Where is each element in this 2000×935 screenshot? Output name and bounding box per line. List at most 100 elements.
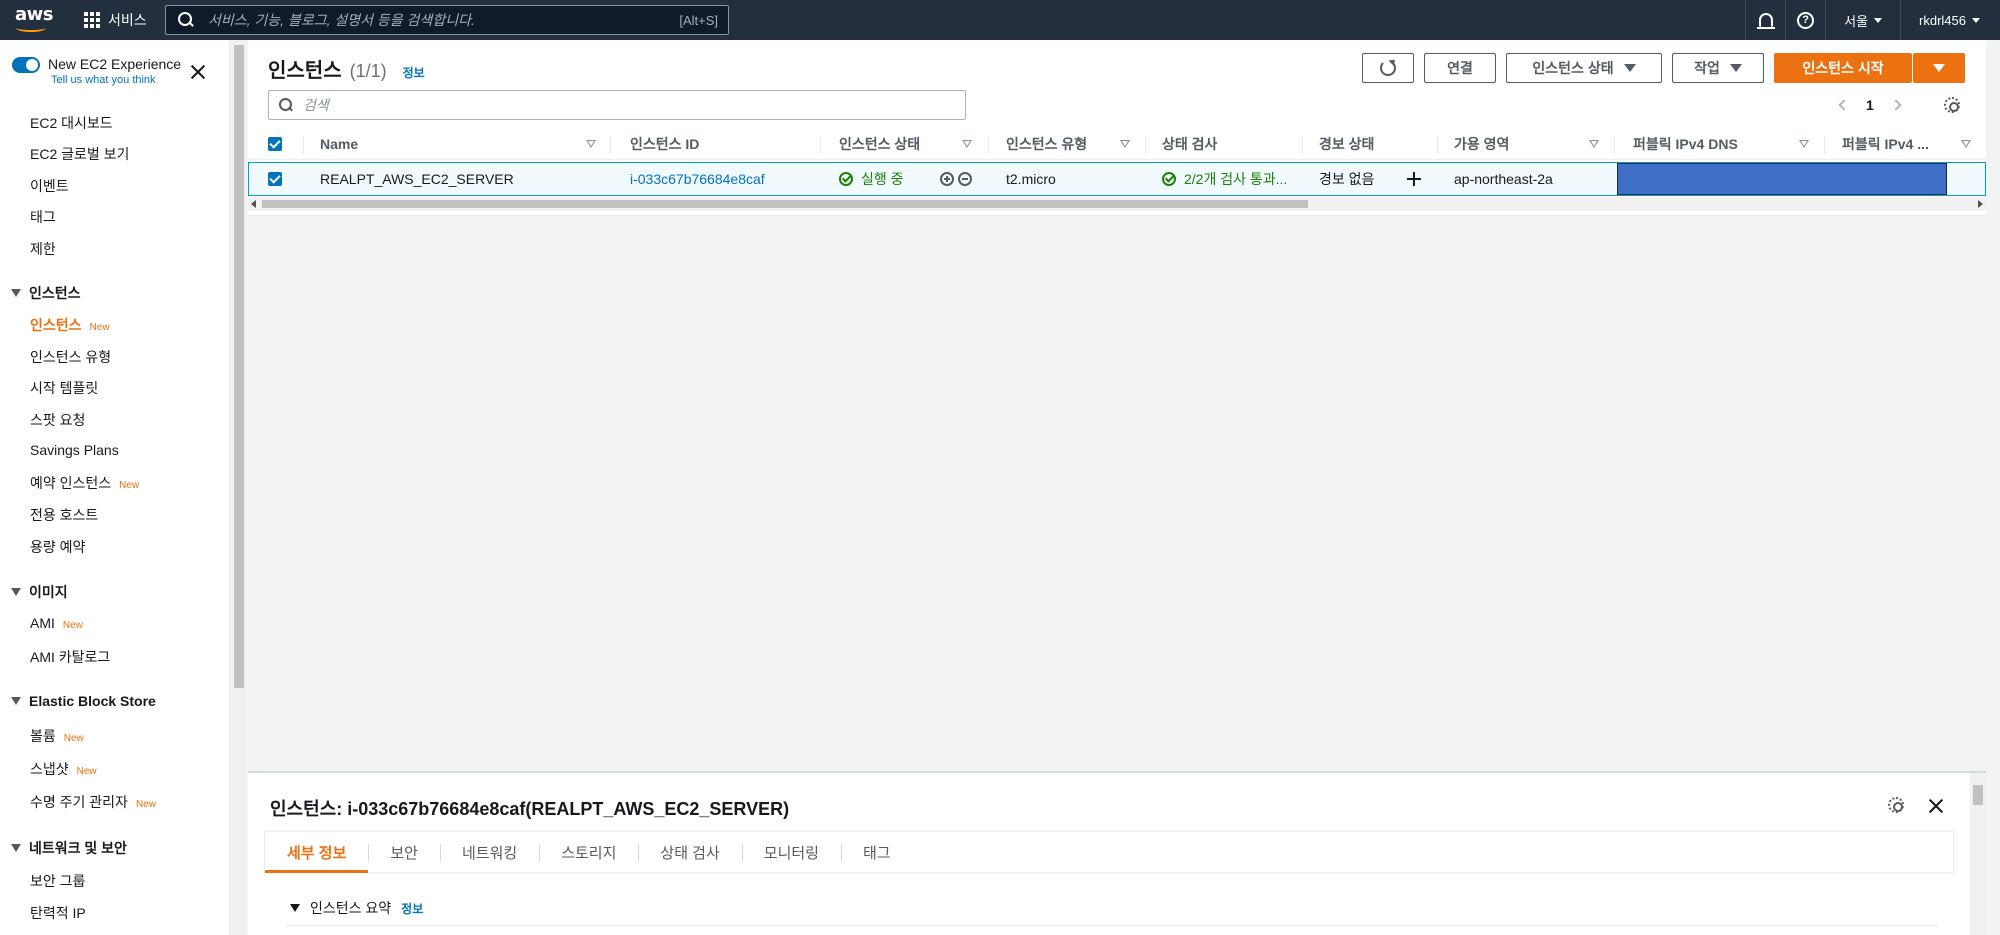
- cell-instance-id[interactable]: i-033c67b76684e8caf: [630, 163, 765, 195]
- info-link[interactable]: 정보: [401, 900, 423, 917]
- chevron-down-icon: [1874, 17, 1883, 23]
- sidebar-section-ebs[interactable]: Elastic Block Store: [11, 693, 156, 709]
- sidebar-item-savings-plans[interactable]: Savings Plans: [30, 442, 119, 458]
- page-number[interactable]: 1: [1866, 97, 1874, 113]
- sort-icon[interactable]: [1961, 140, 1971, 148]
- sidebar-item-elastic-ips[interactable]: 탄력적 IP: [30, 903, 86, 923]
- zoom-in-icon[interactable]: [940, 172, 954, 186]
- zoom-out-icon[interactable]: [958, 172, 972, 186]
- actions-dropdown[interactable]: 작업: [1672, 53, 1764, 83]
- chevron-right-icon[interactable]: [1890, 99, 1902, 111]
- sort-icon[interactable]: [962, 140, 972, 148]
- sidebar-item-security-groups[interactable]: 보안 그룹: [30, 871, 85, 891]
- sort-icon[interactable]: [1589, 140, 1599, 148]
- tab-networking[interactable]: 네트워킹: [439, 832, 539, 872]
- launch-instance-dropdown[interactable]: [1913, 53, 1965, 83]
- sort-icon[interactable]: [586, 140, 596, 148]
- instance-summary-header[interactable]: 인스턴스 요약 정보: [290, 898, 423, 918]
- sidebar-item-ami[interactable]: AMI New: [30, 615, 83, 631]
- sidebar-item-spot-requests[interactable]: 스팟 요청: [30, 410, 85, 430]
- sidebar-item-ec2-dashboard[interactable]: EC2 대시보드: [30, 113, 113, 133]
- notifications-button[interactable]: [1745, 0, 1785, 40]
- sidebar-section-instances[interactable]: 인스턴스: [11, 283, 81, 303]
- table-row[interactable]: REALPT_AWS_EC2_SERVER i-033c67b76684e8ca…: [248, 162, 1986, 196]
- sidebar-item-snapshots[interactable]: 스냅샷 New: [30, 759, 97, 779]
- sidebar-item-ec2-global-view[interactable]: EC2 글로벌 보기: [30, 144, 129, 164]
- scroll-right-arrow-icon[interactable]: [1978, 200, 1983, 208]
- row-checkbox[interactable]: [268, 172, 282, 186]
- new-badge: New: [119, 480, 140, 491]
- sidebar-section-network-security[interactable]: 네트워크 및 보안: [11, 838, 127, 858]
- column-header-alarm-status[interactable]: 경보 상태: [1319, 128, 1374, 160]
- sidebar-close-button[interactable]: [190, 64, 206, 80]
- column-header-public-ipv4[interactable]: 퍼블릭 IPv4 ...: [1842, 128, 1929, 160]
- feedback-link[interactable]: Tell us what you think: [48, 74, 181, 86]
- column-header-public-dns[interactable]: 퍼블릭 IPv4 DNS: [1633, 128, 1738, 160]
- launch-instance-button[interactable]: 인스턴스 시작: [1774, 53, 1912, 83]
- refresh-button[interactable]: [1362, 53, 1414, 83]
- tab-tags[interactable]: 태그: [840, 832, 913, 872]
- caret-down-icon: [290, 904, 300, 912]
- settings-gear-icon[interactable]: [1888, 797, 1904, 813]
- add-alarm-button[interactable]: [1407, 163, 1421, 195]
- region-selector[interactable]: 서울: [1825, 0, 1900, 40]
- help-button[interactable]: ?: [1785, 0, 1825, 40]
- info-link[interactable]: 정보: [403, 64, 425, 81]
- column-header-instance-type[interactable]: 인스턴스 유형: [1006, 128, 1087, 160]
- scrollbar-thumb[interactable]: [1973, 785, 1983, 805]
- select-all-checkbox[interactable]: [268, 137, 282, 151]
- column-header-name[interactable]: Name: [320, 128, 358, 160]
- column-header-status-check[interactable]: 상태 검사: [1162, 128, 1217, 160]
- caret-down-icon: [11, 844, 21, 852]
- scrollbar-thumb[interactable]: [234, 45, 244, 688]
- sidebar-item-lifecycle-manager[interactable]: 수명 주기 관리자 New: [30, 792, 156, 812]
- instance-state-dropdown[interactable]: 인스턴스 상태: [1506, 53, 1662, 83]
- settings-gear-icon[interactable]: [1944, 97, 1960, 113]
- chevron-left-icon[interactable]: [1838, 99, 1850, 111]
- sidebar-item-volumes[interactable]: 볼륨 New: [30, 726, 84, 746]
- column-header-availability-zone[interactable]: 가용 영역: [1454, 128, 1509, 160]
- sidebar-item-instances[interactable]: 인스턴스 New: [30, 315, 110, 335]
- actions-label: 작업: [1694, 60, 1720, 76]
- scroll-left-arrow-icon[interactable]: [251, 200, 256, 208]
- connect-button[interactable]: 연결: [1424, 53, 1496, 83]
- detail-vertical-scrollbar[interactable]: [1970, 773, 1986, 935]
- tab-status-checks[interactable]: 상태 검사: [638, 832, 741, 872]
- sidebar-scrollbar[interactable]: [231, 40, 247, 935]
- services-menu-button[interactable]: 서비스: [84, 0, 147, 40]
- instance-filter-input[interactable]: 검색: [268, 90, 966, 120]
- pagination: 1: [1838, 92, 1902, 118]
- aws-logo[interactable]: aws: [15, 6, 54, 34]
- tab-monitoring[interactable]: 모니터링: [741, 832, 841, 872]
- global-search-input[interactable]: 서비스, 기능, 블로그, 설명서 등을 검색합니다. [Alt+S]: [165, 5, 729, 35]
- sidebar-item-capacity-reservations[interactable]: 용량 예약: [30, 537, 85, 557]
- sidebar-item-ami-catalog[interactable]: AMI 카탈로그: [30, 647, 110, 667]
- toggle-label: New EC2 Experience: [48, 56, 182, 72]
- sidebar-item-dedicated-hosts[interactable]: 전용 호스트: [30, 505, 98, 525]
- account-label: rkdrl456: [1919, 12, 1966, 28]
- sidebar-item-launch-templates[interactable]: 시작 템플릿: [30, 378, 98, 398]
- sidebar: New EC2 Experience Tell us what you thin…: [0, 40, 230, 935]
- sort-icon[interactable]: [1120, 140, 1130, 148]
- tab-security[interactable]: 보안: [368, 832, 440, 872]
- sidebar-item-events[interactable]: 이벤트: [30, 176, 69, 196]
- column-header-instance-state[interactable]: 인스턴스 상태: [839, 128, 920, 160]
- account-menu[interactable]: rkdrl456: [1900, 0, 1980, 40]
- scrollbar-thumb[interactable]: [262, 200, 1308, 208]
- table-horizontal-scrollbar[interactable]: [248, 197, 1986, 211]
- grid-icon: [84, 12, 100, 28]
- column-header-instance-id[interactable]: 인스턴스 ID: [630, 128, 699, 160]
- sidebar-item-reserved-instances[interactable]: 예약 인스턴스 New: [30, 473, 139, 493]
- sidebar-section-images[interactable]: 이미지: [11, 582, 68, 602]
- instance-count: (1/1): [349, 61, 387, 81]
- new-experience-toggle-row: New EC2 Experience Tell us what you thin…: [12, 56, 181, 86]
- detail-close-button[interactable]: [1928, 798, 1944, 814]
- refresh-icon: [1380, 60, 1396, 76]
- sidebar-item-tags[interactable]: 태그: [30, 207, 56, 227]
- sort-icon[interactable]: [1799, 140, 1809, 148]
- new-experience-toggle[interactable]: [12, 57, 40, 73]
- sidebar-item-limits[interactable]: 제한: [30, 239, 56, 259]
- tab-storage[interactable]: 스토리지: [539, 832, 638, 872]
- sidebar-item-instance-types[interactable]: 인스턴스 유형: [30, 347, 111, 367]
- tab-details[interactable]: 세부 정보: [265, 832, 369, 873]
